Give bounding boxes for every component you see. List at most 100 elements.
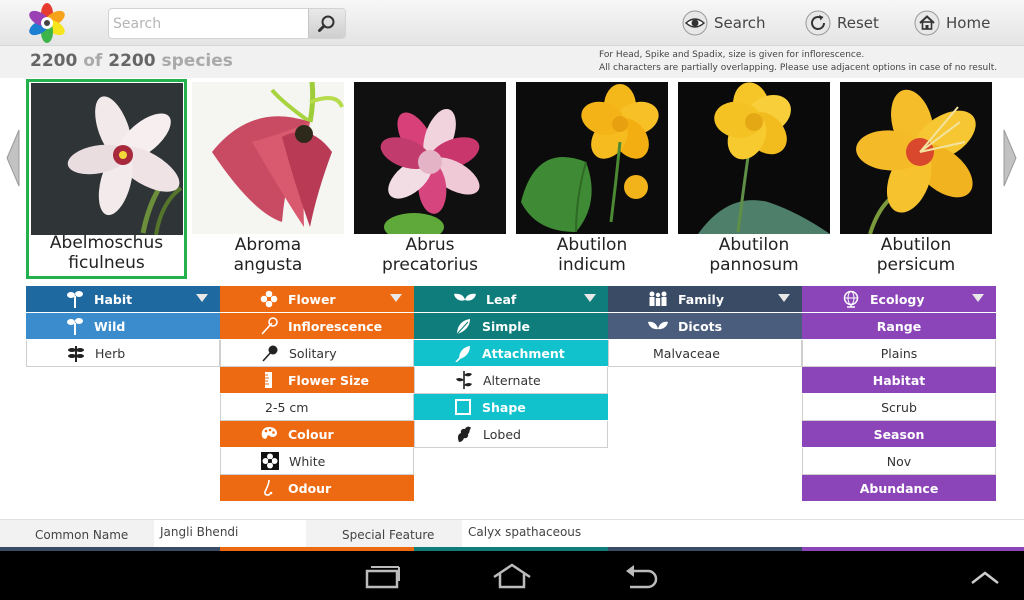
- filter-category-range[interactable]: Range: [802, 313, 996, 340]
- filter-category-simple[interactable]: Simple: [414, 313, 608, 340]
- filter-category-dicots[interactable]: Dicots: [608, 313, 802, 340]
- flower-photo-white: [31, 83, 183, 235]
- count-unit: species: [161, 51, 233, 71]
- common-name-label: Common Name: [35, 528, 129, 542]
- species-name: Abrus precatorius: [381, 235, 479, 275]
- special-feature-label: Special Feature: [342, 528, 435, 542]
- filter-option-white[interactable]: White: [220, 448, 414, 475]
- home-icon: [914, 10, 940, 36]
- reset-icon: [805, 10, 831, 36]
- filter-category-odour[interactable]: Odour: [220, 475, 414, 502]
- species-photo: [31, 83, 183, 235]
- filter-option-alternate[interactable]: Alternate: [414, 367, 608, 394]
- filter-category-flower-size[interactable]: Flower Size: [220, 367, 414, 394]
- count-of: of: [83, 51, 103, 71]
- nav-search-button[interactable]: Search: [682, 8, 766, 38]
- column-header-family[interactable]: Family: [608, 286, 802, 313]
- column-ecology: Ecology Range Plains Habitat Scrub Seaso…: [802, 286, 996, 502]
- leaves-icon: [454, 293, 476, 301]
- app-window: Search Reset Home 2200 of 2200 sp: [0, 0, 1024, 600]
- family-people-icon: [649, 291, 667, 306]
- arrow-right-icon[interactable]: [1003, 128, 1017, 188]
- column-family: Family Dicots Malvaceae: [608, 286, 802, 367]
- nav-reset-label: Reset: [837, 14, 879, 32]
- species-photo: [192, 82, 344, 234]
- chevron-down-icon: [972, 294, 984, 302]
- filter-option-lobed[interactable]: Lobed: [414, 421, 608, 448]
- attached-leaf-icon: [455, 346, 470, 362]
- filter-category-wild[interactable]: Wild: [26, 313, 220, 340]
- recent-apps-icon[interactable]: [362, 561, 404, 591]
- help-notes: For Head, Spike and Spadix, size is give…: [599, 49, 997, 75]
- logo-flower-icon: [29, 3, 65, 43]
- simple-leaf-icon: [456, 319, 470, 335]
- magnifier-icon: [318, 15, 335, 32]
- species-card-abelmoschus-ficulneus[interactable]: Abelmoschus ficulneus: [26, 79, 187, 279]
- species-card-abroma-angusta[interactable]: Abroma angusta: [192, 82, 344, 278]
- species-info-bar: Common Name Jangli Bhendi Special Featur…: [0, 519, 1024, 547]
- filter-category-abundance[interactable]: Abundance: [802, 475, 996, 502]
- filter-category-colour[interactable]: Colour: [220, 421, 414, 448]
- species-photo: [516, 82, 668, 234]
- species-card-abrus-precatorius[interactable]: Abrus precatorius: [354, 82, 506, 278]
- palette-icon: [261, 427, 277, 439]
- species-card-abutilon-indicum[interactable]: Abutilon indicum: [516, 82, 668, 278]
- filter-option-herb[interactable]: Herb: [26, 340, 220, 367]
- nav-reset-button[interactable]: Reset: [805, 8, 879, 38]
- chevron-down-icon: [390, 294, 402, 302]
- ruler-icon: [265, 372, 272, 388]
- column-header-leaf[interactable]: Leaf: [414, 286, 608, 313]
- column-flower: Flower Inflorescence Solitary Flower Siz…: [220, 286, 414, 502]
- filter-category-attachment[interactable]: Attachment: [414, 340, 608, 367]
- plant-sprout-icon: [67, 318, 83, 335]
- alternate-leaves-icon: [456, 371, 472, 389]
- special-feature-value: Calyx spathaceous: [462, 520, 1024, 547]
- nav-search-label: Search: [714, 14, 766, 32]
- plant-sprout-icon: [67, 291, 83, 308]
- species-card-abutilon-persicum[interactable]: Abutilon persicum: [840, 82, 992, 278]
- nose-icon: [264, 479, 273, 496]
- species-name: Abutilon indicum: [556, 235, 628, 275]
- species-card-abutilon-pannosum[interactable]: Abutilon pannosum: [678, 82, 830, 278]
- help-note-2: All characters are partially overlapping…: [599, 63, 998, 73]
- chevron-up-icon[interactable]: [964, 561, 1006, 591]
- filter-option-plains[interactable]: Plains: [802, 340, 996, 367]
- back-icon[interactable]: [620, 561, 662, 591]
- eye-icon: [682, 10, 708, 36]
- species-name: Abutilon persicum: [876, 235, 956, 275]
- result-count: 2200 of 2200 species: [30, 51, 233, 71]
- column-header-ecology[interactable]: Ecology: [802, 286, 996, 313]
- filter-option-nov[interactable]: Nov: [802, 448, 996, 475]
- dicot-leaves-icon: [648, 321, 668, 330]
- filter-category-habitat[interactable]: Habitat: [802, 367, 996, 394]
- count-shown: 2200: [30, 51, 78, 71]
- search-submit-button[interactable]: [308, 9, 345, 38]
- column-header-flower[interactable]: Flower: [220, 286, 414, 313]
- filter-option-malvaceae[interactable]: Malvaceae: [608, 340, 802, 367]
- common-name-value: Jangli Bhendi: [154, 520, 306, 547]
- filter-option-solitary[interactable]: Solitary: [220, 340, 414, 367]
- chevron-down-icon: [196, 294, 208, 302]
- result-count-bar: 2200 of 2200 species For Head, Spike and…: [0, 46, 1024, 78]
- chevron-down-icon: [584, 294, 596, 302]
- arrow-left-icon[interactable]: [6, 128, 20, 188]
- shape-square-icon: [455, 399, 471, 415]
- inflorescence-icon: [261, 317, 278, 335]
- species-name: Abelmoschus ficulneus: [49, 233, 164, 273]
- species-photo: [354, 82, 506, 234]
- globe-icon: [843, 290, 859, 308]
- species-photo: [678, 82, 830, 234]
- filter-option-scrub[interactable]: Scrub: [802, 394, 996, 421]
- chevron-down-icon: [778, 294, 790, 302]
- nav-home-button[interactable]: Home: [914, 8, 990, 38]
- filter-category-season[interactable]: Season: [802, 421, 996, 448]
- filter-category-shape[interactable]: Shape: [414, 394, 608, 421]
- column-header-habit[interactable]: Habit: [26, 286, 220, 313]
- filter-option-2-5-cm[interactable]: 2-5 cm: [220, 394, 414, 421]
- search-input[interactable]: [109, 9, 309, 38]
- lobed-leaf-icon: [457, 426, 471, 442]
- herb-icon: [68, 346, 84, 362]
- android-home-icon[interactable]: [491, 561, 533, 591]
- flower-icon: [260, 290, 278, 308]
- filter-category-inflorescence[interactable]: Inflorescence: [220, 313, 414, 340]
